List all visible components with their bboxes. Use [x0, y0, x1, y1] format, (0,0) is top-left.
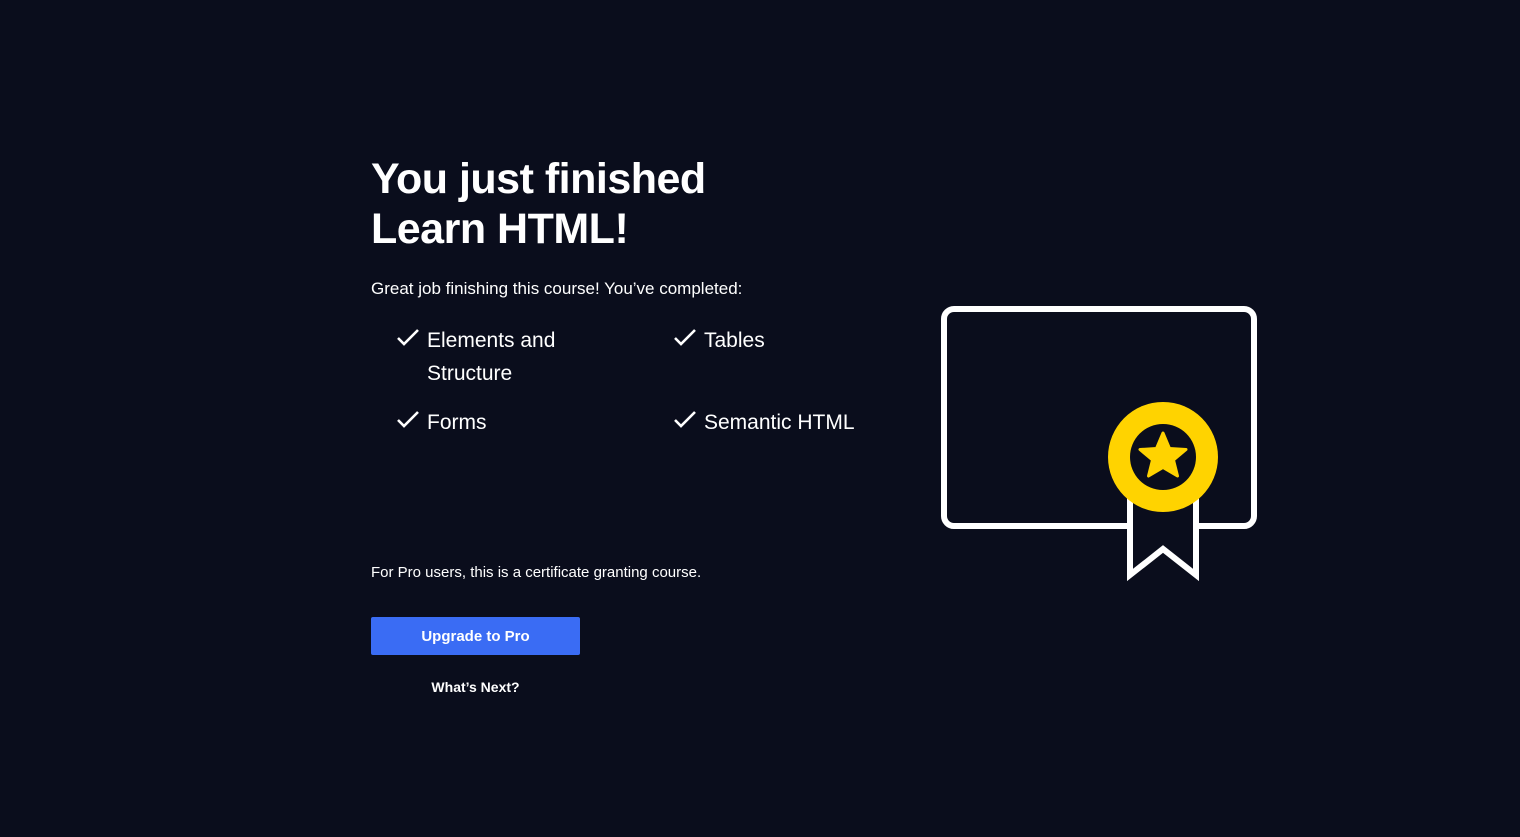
checkmark-icon: [674, 411, 696, 428]
checkmark-icon: [397, 411, 419, 428]
completed-lesson-item: Forms: [396, 406, 617, 439]
pro-certificate-note: For Pro users, this is a certificate gra…: [371, 564, 702, 581]
completed-lesson-item: Elements and Structure: [396, 324, 617, 390]
title-line-1: You just finished: [371, 155, 706, 203]
completed-lesson-item: Tables: [673, 324, 894, 357]
completion-panel: You just finished Learn HTML! Great job …: [371, 154, 891, 695]
completed-lesson-label: Tables: [704, 329, 765, 352]
completed-lessons-list: Elements and Structure Tables Forms Sema…: [396, 324, 916, 444]
star-badge-icon: [1108, 402, 1218, 512]
course-completion-page: You just finished Learn HTML! Great job …: [0, 0, 1520, 837]
checkmark-icon: [397, 329, 419, 346]
whats-next-link[interactable]: What’s Next?: [371, 679, 580, 695]
certificate-icon: [941, 306, 1257, 582]
completed-lesson-label: Elements and Structure: [427, 329, 556, 385]
completed-lesson-label: Semantic HTML: [704, 411, 855, 434]
completion-intro: Great job finishing this course! You’ve …: [371, 279, 743, 298]
page-title: You just finished Learn HTML!: [371, 154, 891, 254]
checkmark-icon: [674, 329, 696, 346]
completed-lesson-item: Semantic HTML: [673, 406, 894, 439]
completed-lesson-label: Forms: [427, 411, 487, 434]
title-line-2: Learn HTML!: [371, 205, 629, 253]
upgrade-to-pro-button[interactable]: Upgrade to Pro: [371, 617, 580, 655]
